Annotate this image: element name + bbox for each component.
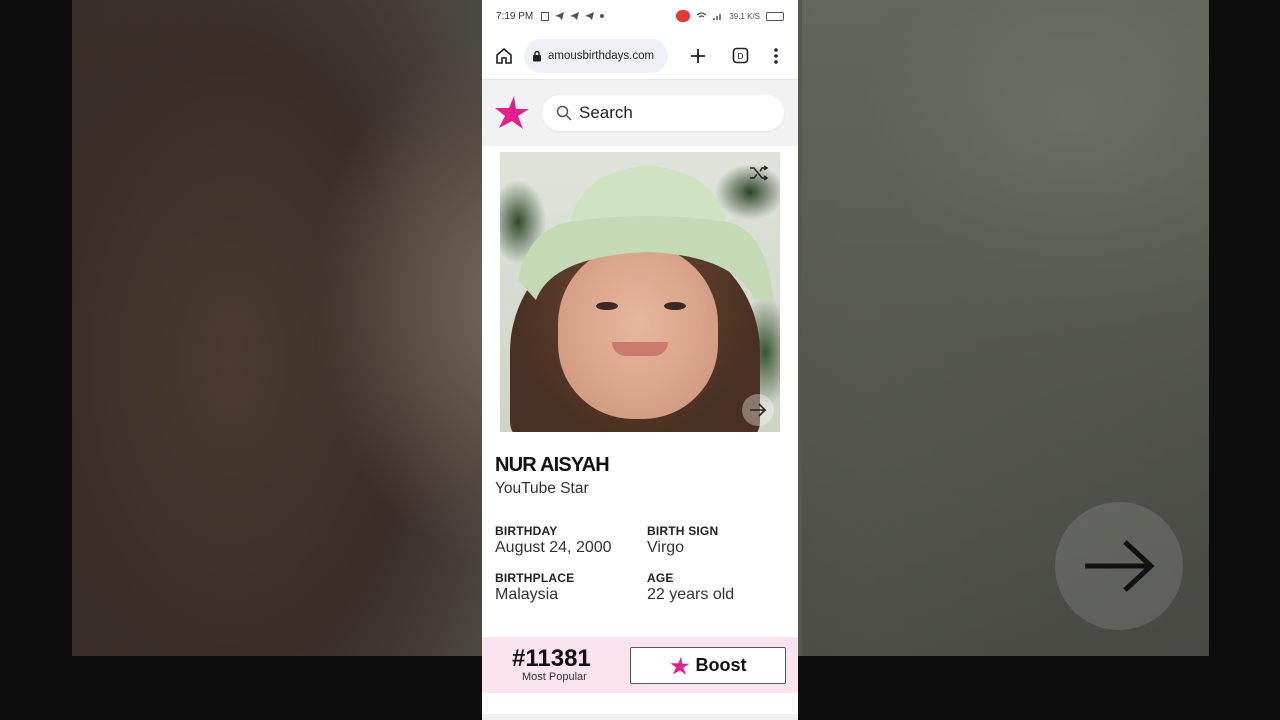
telegram-icon (555, 12, 565, 20)
notification-icons (541, 11, 605, 21)
photo-eye (664, 302, 686, 310)
photo-eye (596, 302, 618, 310)
dot-icon (600, 14, 605, 18)
shuffle-icon[interactable] (746, 160, 772, 186)
page-divider (482, 714, 798, 720)
new-tab-icon[interactable] (686, 44, 710, 68)
home-icon[interactable] (492, 44, 516, 68)
tabs-icon[interactable]: D (728, 44, 752, 68)
photo-bucket-hat (518, 166, 774, 300)
menu-icon[interactable] (764, 44, 788, 68)
photo-mouth (612, 342, 668, 356)
logo-star-icon[interactable] (494, 95, 530, 131)
popularity-rank: #11381 (512, 645, 591, 672)
fact-label: BIRTH SIGN (647, 524, 719, 538)
signal-icon (713, 13, 722, 20)
popularity-label: Most Popular (522, 671, 587, 683)
fact-birthplace: BIRTHPLACE Malaysia (495, 571, 574, 604)
screen-record-icon (676, 10, 691, 22)
fact-birth-sign: BIRTH SIGN Virgo (647, 524, 718, 557)
popularity-bar: #11381 Most Popular Boost (482, 637, 798, 693)
boost-button[interactable]: Boost (630, 647, 786, 684)
battery-icon (766, 11, 784, 21)
fact-label: AGE (647, 571, 674, 585)
status-time: 7:19 PM (496, 10, 534, 22)
sim-icon (541, 11, 550, 21)
system-icons: 39.1 K/S (676, 10, 784, 22)
telegram-icon (570, 12, 580, 20)
next-arrow-icon[interactable] (742, 394, 774, 426)
fact-age: AGE 22 years old (647, 571, 734, 604)
address-bar[interactable]: amousbirthdays.com (524, 38, 668, 73)
profile-photo (500, 152, 780, 432)
boost-label: Boost (695, 655, 747, 675)
lock-icon (533, 50, 541, 61)
boost-star-icon (670, 656, 689, 675)
fact-value: 22 years old (647, 586, 735, 603)
status-bar: 7:19 PM 39.1 K/S (482, 0, 798, 32)
next-arrow-overlay-icon[interactable] (1055, 502, 1183, 630)
fact-birthday: BIRTHDAY August 24, 2000 (495, 524, 612, 557)
fact-value[interactable]: August 24, 2000 (495, 539, 612, 557)
celebrity-name: NUR AISYAH (495, 454, 610, 476)
phone-screen: 7:19 PM 39.1 K/S amousbirthdays.com D Se… (482, 0, 798, 720)
fact-label: BIRTHPLACE (495, 571, 575, 585)
search-icon (556, 105, 572, 121)
wifi-icon (696, 11, 707, 18)
url-text: amousbirthdays.com (548, 49, 655, 62)
fact-value[interactable]: Virgo (647, 539, 718, 557)
celebrity-profession[interactable]: YouTube Star (495, 480, 589, 498)
fact-label: BIRTHDAY (495, 524, 558, 538)
fact-value[interactable]: Malaysia (495, 586, 574, 604)
search-input[interactable]: Search (542, 95, 784, 131)
network-speed: 39.1 K/S (729, 11, 760, 21)
telegram-icon (585, 12, 595, 20)
site-header: Search (482, 80, 798, 146)
search-placeholder: Search (579, 103, 633, 122)
svg-text:D: D (737, 52, 743, 61)
browser-toolbar: amousbirthdays.com D (482, 32, 798, 80)
